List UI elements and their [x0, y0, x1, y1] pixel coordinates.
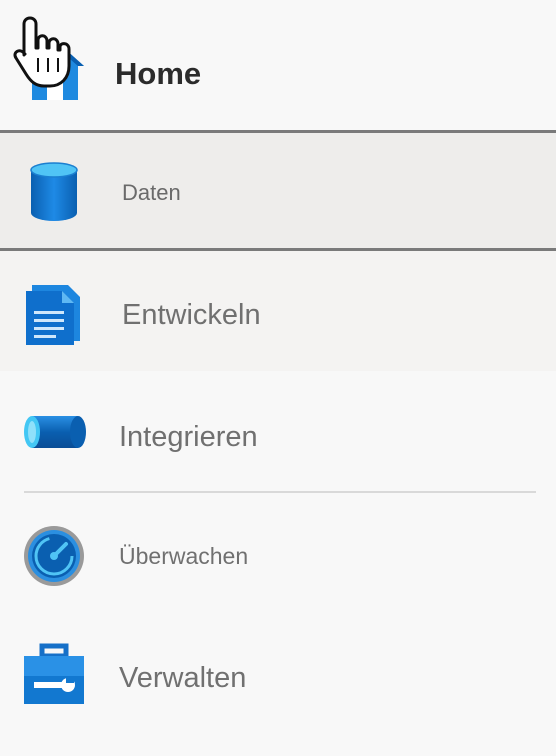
nav-item-label: Überwachen: [119, 543, 249, 569]
nav-item-label: Entwickeln: [122, 299, 261, 331]
nav-item-home[interactable]: Home: [0, 0, 556, 132]
nav-item-label: Home: [115, 56, 202, 91]
document-icon: [26, 285, 80, 345]
nav-item-entwickeln[interactable]: Entwickeln: [0, 251, 556, 371]
pipeline-icon: [24, 416, 86, 448]
nav-item-label: Daten: [122, 180, 181, 205]
nav-item-verwalten[interactable]: Verwalten: [0, 618, 556, 756]
home-icon: [26, 40, 84, 100]
nav-item-daten[interactable]: Daten: [0, 133, 556, 249]
gauge-icon: [24, 526, 84, 586]
nav-item-label: Integrieren: [119, 421, 258, 453]
nav-item-ueberwachen[interactable]: Überwachen: [0, 494, 556, 618]
sidebar-nav: Home Daten Entwickeln Integrieren Überwa…: [0, 0, 556, 756]
nav-item-label: Verwalten: [119, 662, 247, 694]
database-icon: [30, 162, 78, 221]
divider: [24, 491, 536, 493]
toolbox-icon: [24, 643, 84, 704]
nav-item-integrieren[interactable]: Integrieren: [0, 372, 556, 492]
